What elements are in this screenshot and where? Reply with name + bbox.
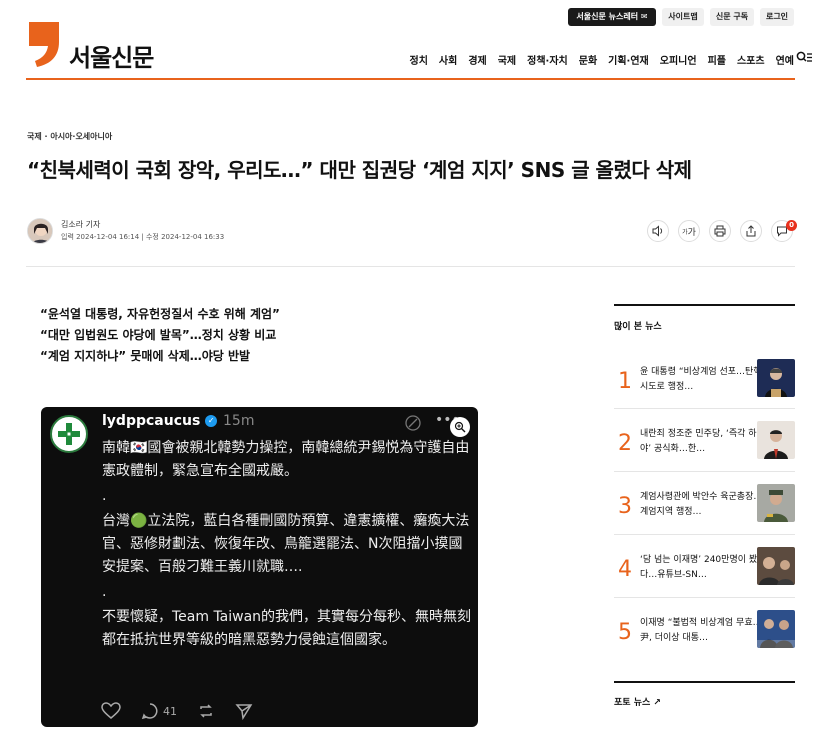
summary-line: “대만 입법원도 야당에 발목”…정치 상황 비교 <box>40 328 277 342</box>
popular-thumbnail <box>757 359 795 397</box>
post-body: 南韓🇰🇷國會被親北韓勢力操控，南韓總統尹錫悦為守護自由憲政體制，緊急宣布全國戒嚴… <box>102 437 474 652</box>
popular-headline: ‘담 넘는 이재명’ 240만명이 봤다…유튜브-SN… <box>640 555 758 580</box>
reporter-avatar <box>27 218 53 244</box>
font-size-label: 가 <box>687 227 696 238</box>
summary-line: “윤석열 대통령, 자유헌정질서 수호 위해 계엄” <box>40 307 280 321</box>
newsletter-button[interactable]: 서울신문 뉴스레터 ✉ <box>568 8 656 26</box>
popular-rank: 4 <box>618 557 632 582</box>
politician-photo-icon <box>757 421 795 459</box>
nav-item[interactable]: 문화 <box>579 52 597 67</box>
heart-icon <box>101 702 121 719</box>
embedded-post-image[interactable]: lydppcaucus ✓ 15m ••• 南韓🇰🇷國會被親北韓勢力操控，南韓總… <box>41 407 478 727</box>
video-thumbnail-icon <box>757 547 795 585</box>
popular-headline: 윤 대통령 “비상계엄 선포…탄핵 시도로 행정… <box>640 367 762 392</box>
share-icon <box>746 225 756 237</box>
nav-item[interactable]: 오피니언 <box>660 52 697 67</box>
popular-separator <box>614 597 795 598</box>
threads-edit-icon <box>405 415 421 431</box>
post-paragraph: . <box>102 488 107 504</box>
sidebar-top-rule <box>614 304 795 306</box>
nav-item[interactable]: 경제 <box>468 52 486 67</box>
article-title: “친북세력이 국회 장악, 우리도…” 대만 집권당 ‘계엄 지지’ SNS 글… <box>27 158 692 182</box>
article-header-divider <box>26 266 795 267</box>
article-dates: 입력 2024-12-04 16:14 | 수정 2024-12-04 16:3… <box>61 233 225 241</box>
mail-icon: ✉ <box>640 12 648 21</box>
nav-item[interactable]: 피플 <box>708 52 726 67</box>
zoom-image-button[interactable] <box>450 417 470 437</box>
main-nav: 정치 사회 경제 국제 정책·자치 문화 기획·연재 오피니언 피플 스포츠 연… <box>410 52 794 67</box>
reply-icon <box>141 703 158 720</box>
reply-action: 41 <box>141 702 177 720</box>
popular-thumbnail <box>757 484 795 522</box>
print-button[interactable] <box>709 220 731 242</box>
popular-item[interactable]: 3 계엄사령관에 박안수 육군총장…계엄지역 행정… <box>614 484 795 534</box>
popular-item[interactable]: 5 이재명 “불법적 비상계엄 무효…尹, 더이상 대통… <box>614 610 795 660</box>
reply-count: 41 <box>163 704 177 718</box>
login-button[interactable]: 로그인 <box>760 8 794 26</box>
font-size-button[interactable]: 가가 <box>678 220 700 242</box>
popular-headline: 내란죄 정조준 민주당, ‘즉각 하야’ 공식화…한… <box>640 429 757 454</box>
post-paragraph: 南韓🇰🇷國會被親北韓勢力操控，南韓總統尹錫悦為守護自由憲政體制，緊急宣布全國戒嚴… <box>102 440 470 479</box>
logo-mark-icon[interactable] <box>27 20 61 68</box>
nav-item[interactable]: 정책·자치 <box>527 52 568 67</box>
reporter-photo-icon <box>28 219 52 243</box>
logo-text[interactable]: 서울신문 <box>69 38 154 73</box>
post-paragraph: 不要懷疑，Team Taiwan的我們，其實每分每秒、無時無刻都在抵抗世界等級的… <box>102 609 472 648</box>
print-icon <box>714 225 726 237</box>
popular-headline: 계엄사령관에 박안수 육군총장…계엄지역 행정… <box>640 492 763 517</box>
reporter-name[interactable]: 김소라 기자 <box>61 219 100 230</box>
popular-item[interactable]: 4 ‘담 넘는 이재명’ 240만명이 봤다…유튜브-SN… <box>614 547 795 597</box>
meeting-photo-icon <box>757 610 795 648</box>
nav-item[interactable]: 정치 <box>410 52 428 67</box>
president-photo-icon <box>757 359 795 397</box>
popular-separator <box>614 471 795 472</box>
search-menu-icon[interactable] <box>796 51 812 65</box>
general-photo-icon <box>757 484 795 522</box>
sidebar-bottom-rule <box>614 681 795 683</box>
post-paragraph: . <box>102 584 107 600</box>
nav-item[interactable]: 기획·연재 <box>608 52 649 67</box>
summary-line: “계엄 지지하냐” 뭇매에 삭제…야당 반발 <box>40 349 251 363</box>
popular-news-title: 많이 본 뉴스 <box>614 322 662 332</box>
popular-thumbnail <box>757 421 795 459</box>
party-logo-icon <box>55 420 83 448</box>
speaker-icon <box>652 225 663 237</box>
post-time: 15m <box>223 413 255 429</box>
comment-count-badge: 0 <box>786 220 797 231</box>
newsletter-label: 서울신문 뉴스레터 <box>576 12 639 21</box>
nav-item[interactable]: 연예 <box>776 52 794 67</box>
zoom-in-icon <box>454 421 466 433</box>
post-actions: 41 <box>101 702 253 720</box>
share-button[interactable] <box>740 220 762 242</box>
nav-item[interactable]: 스포츠 <box>737 52 765 67</box>
popular-separator <box>614 408 795 409</box>
popular-item[interactable]: 2 내란죄 정조준 민주당, ‘즉각 하야’ 공식화…한… <box>614 421 795 471</box>
post-username[interactable]: lydppcaucus ✓ <box>102 413 218 429</box>
popular-rank: 2 <box>618 431 632 456</box>
header-divider <box>26 78 795 80</box>
popular-separator <box>614 534 795 535</box>
popular-item[interactable]: 1 윤 대통령 “비상계엄 선포…탄핵 시도로 행정… <box>614 359 795 409</box>
sitemap-button[interactable]: 사이트맵 <box>662 8 704 26</box>
listen-button[interactable] <box>647 220 669 242</box>
party-logo-avatar <box>50 415 88 453</box>
post-username-text: lydppcaucus <box>102 413 201 429</box>
subscribe-button[interactable]: 신문 구독 <box>710 8 754 26</box>
popular-rank: 1 <box>618 369 632 394</box>
nav-item[interactable]: 사회 <box>439 52 457 67</box>
send-icon <box>235 704 253 720</box>
popular-rank: 3 <box>618 494 632 519</box>
photo-news-link[interactable]: 포토 뉴스 ↗ <box>614 695 661 708</box>
article-summary: “윤석열 대통령, 자유헌정질서 수호 위해 계엄” “대만 입법원도 야당에 … <box>40 304 280 367</box>
verified-icon: ✓ <box>205 415 218 427</box>
popular-thumbnail <box>757 547 795 585</box>
nav-item[interactable]: 국제 <box>498 52 516 67</box>
popular-headline: 이재명 “불법적 비상계엄 무효…尹, 더이상 대통… <box>640 618 762 643</box>
post-paragraph: 台灣🟢立法院，藍白各種刪國防預算、違憲擴權、癱瘓大法官、惡修財劃法、恢復年改、鳥… <box>102 513 470 575</box>
popular-thumbnail <box>757 610 795 648</box>
popular-rank: 5 <box>618 620 632 645</box>
repost-icon <box>200 704 212 718</box>
breadcrumb[interactable]: 국제 · 아시아·오세아니아 <box>27 131 112 142</box>
